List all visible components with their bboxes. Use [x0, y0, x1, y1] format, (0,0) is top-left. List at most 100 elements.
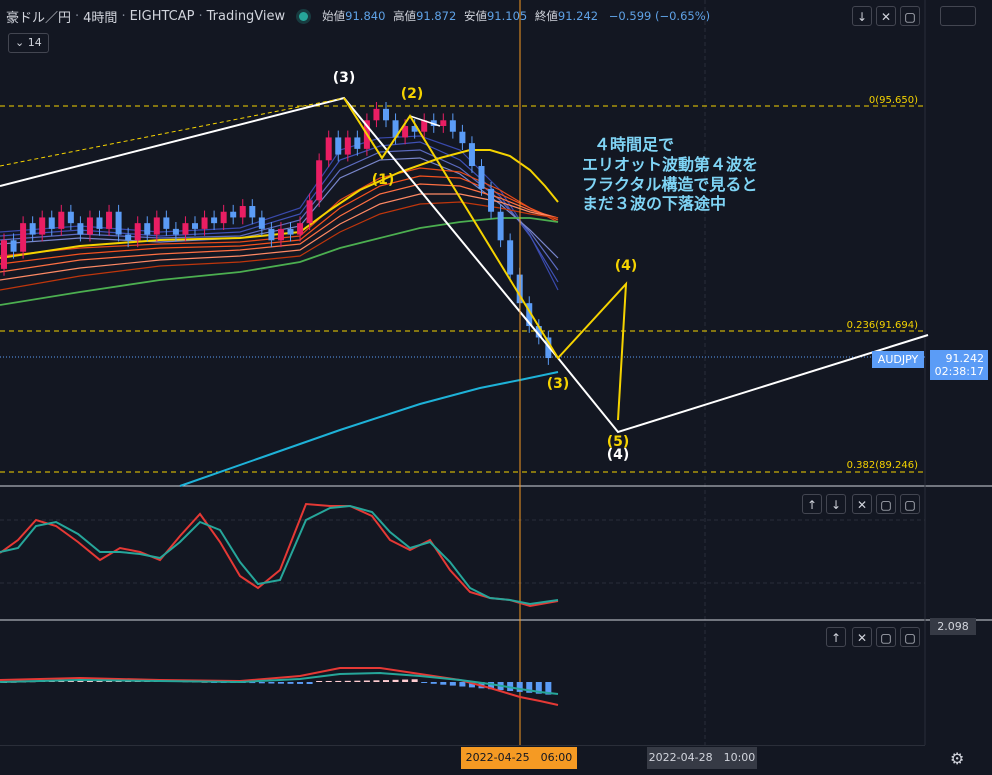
fib-label-0382: 0.382(89.246) — [847, 460, 919, 471]
chart-root[interactable]: 0(95.650) 0.236(91.694) 0.382(89.246) (3… — [0, 0, 992, 771]
candle-body — [172, 228, 179, 235]
wave-label-4-white: (4) — [607, 447, 630, 463]
maximize-icon[interactable]: ▢ — [900, 6, 920, 26]
candle-body — [77, 223, 84, 235]
candle-body — [67, 211, 74, 224]
indicator-badge[interactable]: ⌄ 14 — [8, 33, 49, 53]
maximize-icon[interactable]: ▢ — [876, 627, 896, 647]
candle-body — [125, 234, 132, 241]
separator-dot: · — [121, 8, 126, 24]
candle-body — [459, 131, 466, 144]
chevron-down-icon[interactable]: ⌄ — [15, 36, 24, 49]
macd-bar — [354, 680, 361, 682]
annotation-line: ４時間足で — [594, 135, 674, 154]
annotation-line: フラクタル構造で見ると — [582, 175, 757, 194]
candle-body — [58, 211, 65, 229]
candle-body — [1, 240, 7, 269]
macd-bar — [277, 682, 284, 684]
candle-body — [468, 143, 475, 167]
close-icon[interactable]: ✕ — [876, 6, 896, 26]
candle-body — [96, 217, 103, 229]
macd-bar — [335, 680, 342, 682]
macd-bar — [363, 680, 370, 682]
macd-bar — [325, 680, 332, 682]
arrow-up-icon[interactable]: ↑ — [826, 627, 846, 647]
macd-bar — [411, 679, 418, 682]
indicator-count: 14 — [27, 36, 42, 49]
symbol-name[interactable]: 豪ドル／円 — [6, 7, 71, 26]
candle-body — [10, 240, 17, 252]
macd-bar — [306, 682, 313, 684]
candle-body — [144, 223, 151, 235]
candle-body — [153, 217, 160, 235]
restore-icon[interactable]: ▢ — [900, 494, 920, 514]
macd-bar — [316, 681, 323, 682]
high-value: 91.872 — [416, 9, 457, 23]
restore-icon[interactable]: ▢ — [900, 627, 920, 647]
candle-body — [163, 217, 170, 229]
annotation-line: エリオット波動第４波を — [582, 155, 758, 174]
arrow-down-icon[interactable]: ↓ — [826, 494, 846, 514]
macd-bar — [258, 682, 265, 684]
candle-body — [230, 211, 237, 218]
high-label: 高値 — [393, 9, 417, 23]
chart-canvas[interactable]: 0(95.650) 0.236(91.694) 0.382(89.246) (3… — [0, 0, 992, 771]
interval[interactable]: 4時間 — [83, 7, 117, 26]
candle-body — [134, 223, 141, 241]
wave-label-4: (4) — [615, 258, 638, 274]
grid — [0, 0, 925, 745]
market-status-icon[interactable] — [299, 11, 309, 21]
candle-body — [106, 211, 113, 229]
crosshair-time-label: 2022-04-25 06:00 — [461, 747, 577, 769]
low-value: 91.105 — [486, 9, 528, 23]
trend-dashed — [0, 97, 345, 167]
arrow-up-icon[interactable]: ↑ — [802, 494, 822, 514]
candle-body — [344, 137, 351, 155]
candle-body — [39, 217, 46, 235]
candle-body — [497, 211, 504, 241]
candle-body — [29, 223, 36, 235]
candle-body — [86, 217, 93, 235]
settings-icon[interactable]: ⚙ — [950, 749, 964, 768]
wave-yellow — [343, 97, 628, 421]
macd-bar — [344, 680, 351, 682]
candle-body — [383, 108, 389, 121]
candle-body — [48, 217, 55, 229]
open-label: 始値 — [322, 9, 346, 23]
price-scale-button[interactable] — [940, 6, 976, 26]
ma-cyan — [179, 371, 559, 487]
candle-body — [115, 211, 122, 235]
close-icon[interactable]: ✕ — [852, 494, 872, 514]
annotation[interactable]: ４時間足で エリオット波動第４波を フラクタル構造で見ると まだ３波の下落途中 — [582, 135, 758, 213]
countdown: 02:38:17 — [934, 365, 984, 378]
candle-body — [297, 223, 304, 235]
separator-dot: · — [198, 8, 203, 24]
wave-labels: (3) (2) (1) (4) (3) (5) (4) — [333, 70, 638, 463]
candle-body — [335, 137, 342, 155]
wave-label-3-white: (3) — [333, 70, 356, 86]
candle-body — [449, 120, 456, 132]
close-icon[interactable]: ✕ — [852, 627, 872, 647]
oscillator-pane — [0, 502, 559, 608]
candle-body — [373, 108, 380, 121]
open-value: 91.840 — [345, 9, 386, 23]
candle-body — [287, 228, 294, 235]
candle-body — [316, 160, 323, 201]
macd-bar — [383, 680, 389, 682]
fib-label-0: 0(95.650) — [869, 95, 918, 106]
macd-bar — [459, 682, 466, 687]
wave-drawings[interactable] — [0, 96, 929, 434]
fib-levels[interactable] — [0, 105, 925, 473]
macd-bar — [268, 682, 275, 684]
chevron-down-icon[interactable]: ↓ — [852, 6, 872, 26]
ma-ribbon — [0, 135, 559, 487]
candle-body — [258, 217, 265, 229]
maximize-icon[interactable]: ▢ — [876, 494, 896, 514]
legend-header[interactable]: 豪ドル／円 · 4時間 · EIGHTCAP · TradingView 始値9… — [6, 4, 710, 28]
macd-bar — [402, 679, 409, 682]
candle-body — [239, 206, 246, 218]
last-price: 91.242 — [945, 352, 985, 365]
macd-bar — [373, 680, 380, 682]
candle-body — [182, 223, 189, 235]
separator-dot: · — [75, 8, 80, 24]
